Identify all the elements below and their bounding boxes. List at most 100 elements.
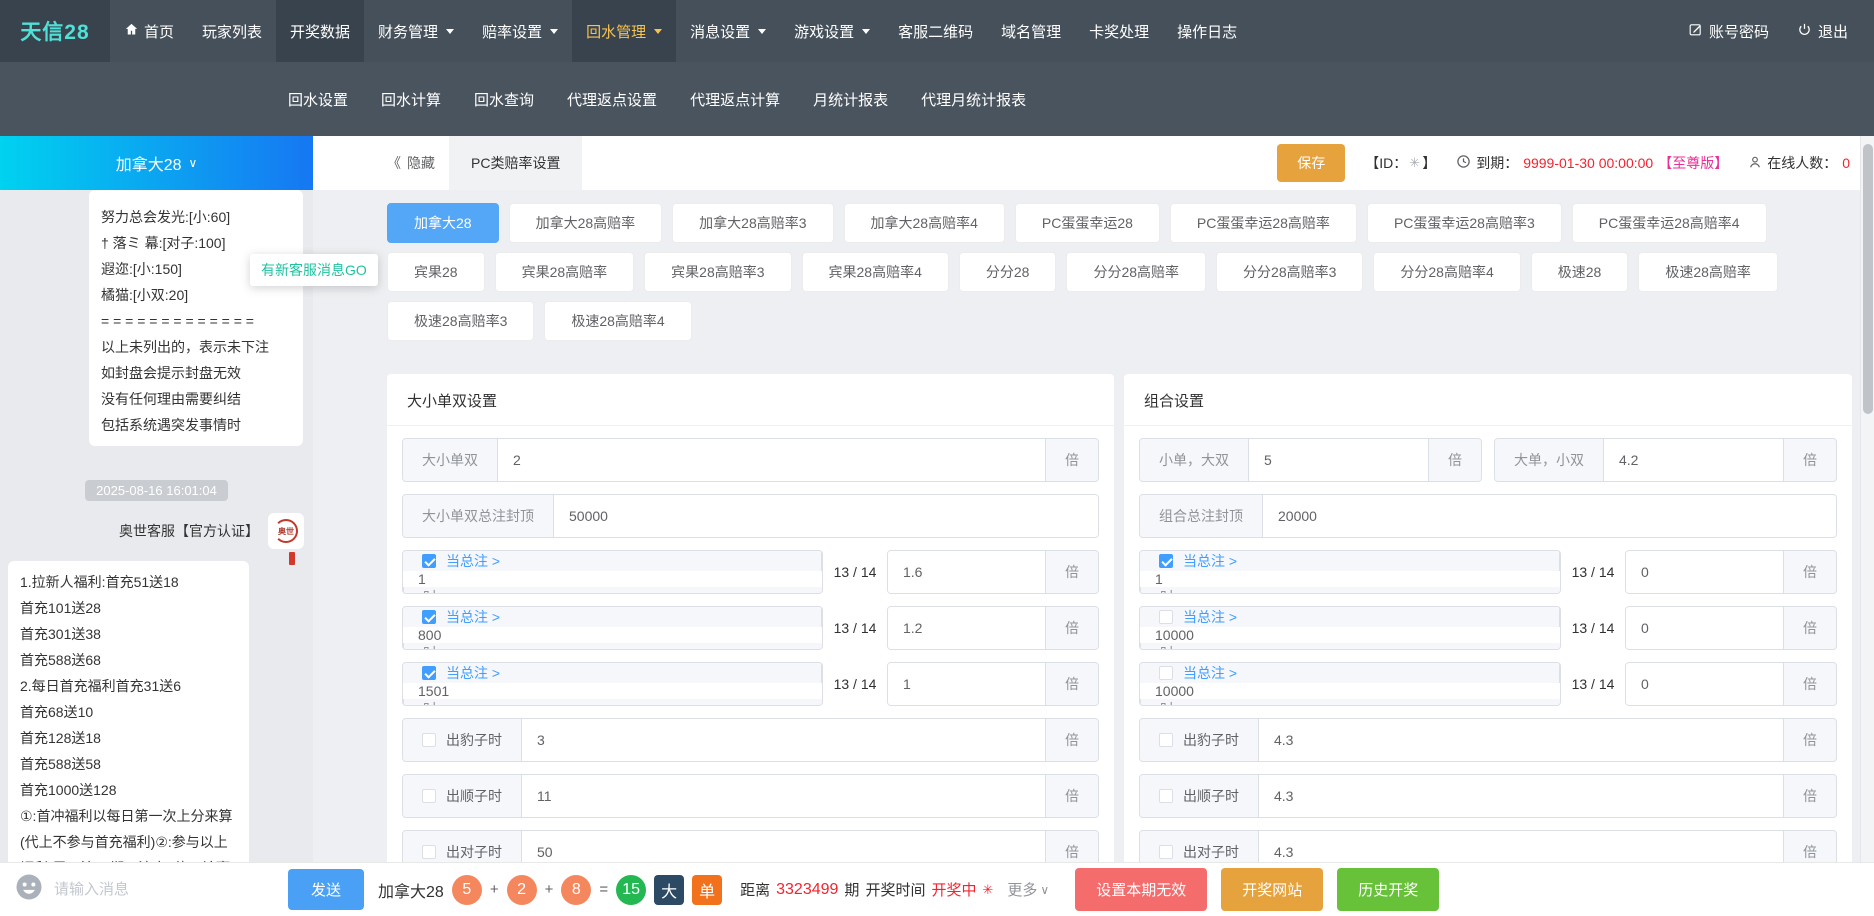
game-tab[interactable]: PC蛋蛋幸运28高赔率4 (1571, 203, 1767, 243)
top-nav-item[interactable]: 赔率设置 (468, 0, 572, 62)
rate-input[interactable] (403, 683, 822, 699)
rate-input[interactable] (888, 607, 1045, 649)
checkbox[interactable] (1159, 845, 1173, 859)
game-tab[interactable]: 极速28高赔率3 (387, 301, 535, 341)
top-nav-item[interactable]: 首页 (110, 0, 188, 62)
rate-input[interactable] (522, 831, 1045, 862)
sub-nav-item[interactable]: 回水计算 (381, 89, 441, 110)
rate-input[interactable] (1140, 683, 1560, 699)
checkbox[interactable] (1159, 789, 1173, 803)
game-tab[interactable]: 分分28高赔率4 (1373, 252, 1521, 292)
game-tab[interactable]: 分分28 (958, 252, 1057, 292)
rate-input[interactable] (1140, 627, 1560, 643)
game-tab[interactable]: 加拿大28高赔率3 (672, 203, 834, 243)
game-tab[interactable]: 加拿大28高赔率 (508, 203, 663, 243)
rate-input[interactable] (1249, 439, 1428, 481)
game-tab[interactable]: PC蛋蛋幸运28高赔率 (1169, 203, 1357, 243)
checkbox[interactable] (1159, 554, 1173, 568)
rate-input[interactable] (1259, 719, 1783, 761)
top-nav-item[interactable]: 财务管理 (364, 0, 468, 62)
sub-nav-item[interactable]: 代理返点设置 (567, 89, 657, 110)
checkbox[interactable] (422, 789, 436, 803)
sub-nav-item[interactable]: 回水设置 (288, 89, 348, 110)
top-nav-item[interactable]: 卡奖处理 (1075, 0, 1163, 62)
rate-input[interactable] (1626, 663, 1783, 705)
checkbox[interactable] (1159, 666, 1173, 680)
page-tab[interactable]: PC类赔率设置 (449, 136, 583, 190)
input-group: 出对子时 倍 (1139, 830, 1837, 862)
game-tab[interactable]: 分分28高赔率3 (1216, 252, 1364, 292)
chat-sidebar: 加拿大28 ∨ 努力总会发光:[小:60] † 落ミ 幕:[对子:100] 遐迩:[… (0, 136, 313, 862)
more-toggle[interactable]: 更多 ∨ (1007, 879, 1049, 900)
hide-sidebar-button[interactable]: 《 隐藏 (387, 153, 435, 173)
top-nav-item[interactable]: 域名管理 (987, 0, 1075, 62)
main-scrollbar[interactable] (1860, 136, 1874, 862)
game-selector[interactable]: 加拿大28 ∨ (0, 136, 313, 190)
send-button[interactable]: 发送 (287, 869, 364, 910)
game-tab[interactable]: PC蛋蛋幸运28高赔率3 (1366, 203, 1562, 243)
game-tab[interactable]: 宾果28高赔率 (494, 252, 635, 292)
game-tab[interactable]: 极速28 (1530, 252, 1629, 292)
game-tab[interactable]: 极速28高赔率 (1638, 252, 1778, 292)
draw-sum-ball: 15 (616, 874, 647, 905)
top-nav-item[interactable]: 玩家列表 (188, 0, 276, 62)
sub-nav-item[interactable]: 代理月统计报表 (921, 89, 1026, 110)
rate-input[interactable] (522, 775, 1045, 817)
checkbox[interactable] (422, 666, 436, 680)
game-tab[interactable]: PC蛋蛋幸运28 (1014, 203, 1160, 243)
id-prefix: 【ID： (1365, 155, 1408, 171)
top-nav-item[interactable]: 游戏设置 (780, 0, 884, 62)
rate-input[interactable] (1263, 495, 1836, 537)
rate-input[interactable] (888, 663, 1045, 705)
game-tab[interactable]: 加拿大28高赔率4 (843, 203, 1005, 243)
game-tab[interactable]: 宾果28高赔率4 (801, 252, 949, 292)
top-nav-item[interactable]: 开奖数据 (276, 0, 365, 62)
rate-input[interactable] (1626, 551, 1783, 593)
checkbox[interactable] (422, 733, 436, 747)
top-nav-item[interactable]: 操作日志 (1163, 0, 1251, 62)
draw-site-button[interactable]: 开奖网站 (1221, 868, 1324, 911)
top-nav-item[interactable]: 回水管理 (572, 0, 677, 62)
smiley-icon[interactable] (14, 872, 44, 907)
rate-input[interactable] (1140, 571, 1560, 587)
message-input[interactable] (54, 881, 278, 898)
new-message-toast[interactable]: 有新客服消息GO (250, 254, 378, 286)
draw-info-zone: 加拿大28 5 + 2 + 8 = 15 大 单 距离 3323499 期 开奖… (378, 874, 1049, 905)
game-tab[interactable]: 极速28高赔率4 (544, 301, 692, 341)
row-label: 大小单双总注封顶 (403, 495, 554, 537)
scrollbar-thumb[interactable] (1863, 144, 1873, 414)
sub-nav-item[interactable]: 代理返点计算 (690, 89, 780, 110)
checkbox[interactable] (1159, 610, 1173, 624)
rate-input[interactable] (403, 571, 822, 587)
game-tab[interactable]: 宾果28 (387, 252, 485, 292)
sub-nav-item[interactable]: 回水查询 (474, 89, 534, 110)
game-tab[interactable]: 加拿大28 (387, 203, 499, 243)
invalidate-period-button[interactable]: 设置本期无效 (1075, 868, 1208, 911)
draw-history-button[interactable]: 历史开奖 (1337, 868, 1440, 911)
rate-input[interactable] (403, 627, 822, 643)
settings-panels: 大小单双设置大小单双倍大小单双总注封顶当总注 >时13 / 14倍当总注 >时1… (387, 374, 1874, 862)
top-nav-item[interactable]: 消息设置 (676, 0, 780, 62)
checkbox-cell: 当总注 > (403, 551, 822, 571)
account-password-button[interactable]: 账号密码 (1688, 21, 1769, 42)
rate-input[interactable] (1259, 775, 1783, 817)
checkbox[interactable] (1159, 733, 1173, 747)
rate-input[interactable] (1259, 831, 1783, 862)
rate-input[interactable] (1604, 439, 1783, 481)
rate-input[interactable] (522, 719, 1045, 761)
input-group: 倍 (1625, 550, 1837, 594)
save-button[interactable]: 保存 (1277, 144, 1346, 182)
checkbox[interactable] (422, 845, 436, 859)
game-tab[interactable]: 分分28高赔率 (1066, 252, 1207, 292)
rate-input[interactable] (888, 551, 1045, 593)
checkbox[interactable] (422, 554, 436, 568)
logout-button[interactable]: 退出 (1797, 21, 1848, 42)
rate-input[interactable] (1626, 607, 1783, 649)
app-logo[interactable]: 天信28 (0, 0, 110, 62)
rate-input[interactable] (554, 495, 1098, 537)
top-nav-item[interactable]: 客服二维码 (884, 0, 987, 62)
checkbox[interactable] (422, 610, 436, 624)
game-tab[interactable]: 宾果28高赔率3 (644, 252, 792, 292)
rate-input[interactable] (498, 439, 1045, 481)
sub-nav-item[interactable]: 月统计报表 (813, 89, 888, 110)
